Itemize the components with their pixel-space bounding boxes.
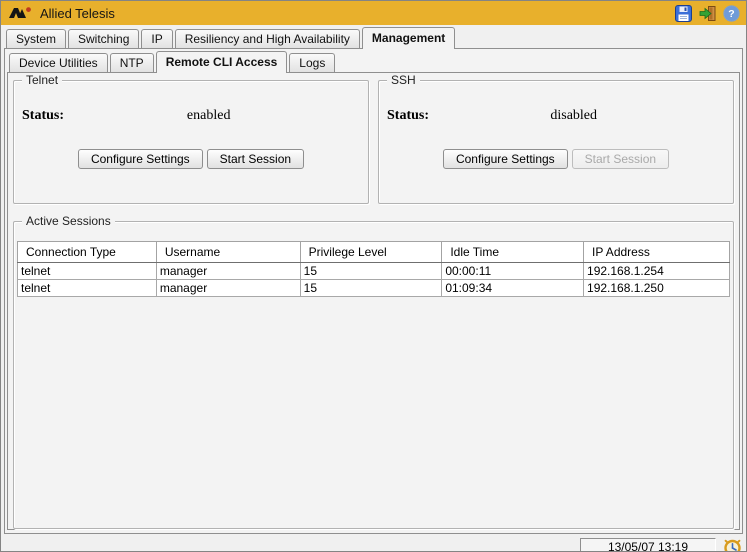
tab-resiliency-and-high-availability[interactable]: Resiliency and High Availability: [175, 29, 360, 48]
tab-switching[interactable]: Switching: [68, 29, 139, 48]
tab-system[interactable]: System: [6, 29, 66, 48]
column-header-connection-type: Connection Type: [18, 242, 157, 263]
tab-ip[interactable]: IP: [141, 29, 172, 48]
ssh-button-row: Configure Settings Start Session: [379, 149, 733, 169]
ssh-group: SSH Status: disabled Configure Settings …: [378, 80, 734, 204]
telnet-configure-settings-button[interactable]: Configure Settings: [78, 149, 203, 169]
telnet-status-value: enabled: [187, 108, 231, 124]
telnet-status-label: Status:: [22, 108, 64, 124]
tab-ntp[interactable]: NTP: [110, 53, 154, 72]
refresh-time-button[interactable]: [722, 538, 742, 552]
cell-username: manager: [156, 280, 300, 297]
help-icon: ?: [723, 5, 740, 22]
telnet-group-title: Telnet: [22, 73, 62, 88]
table-row: telnet manager 15 01:09:34 192.168.1.250: [18, 280, 730, 297]
help-button[interactable]: ?: [722, 4, 740, 22]
save-button[interactable]: [674, 4, 692, 22]
status-bar: 13/05/07 13:19: [1, 534, 746, 552]
sub-tab-bar: Device Utilities NTP Remote CLI Access L…: [5, 49, 742, 72]
exit-icon: [699, 5, 716, 22]
app-window: Allied Telesis ?: [0, 0, 747, 552]
column-header-ip-address: IP Address: [584, 242, 730, 263]
save-icon: [675, 5, 692, 22]
cell-connection-type: telnet: [18, 280, 157, 297]
tab-management[interactable]: Management: [362, 27, 455, 49]
active-sessions-group-title: Active Sessions: [22, 214, 115, 229]
cell-idle-time: 00:00:11: [442, 263, 584, 280]
column-header-username: Username: [156, 242, 300, 263]
tab-device-utilities[interactable]: Device Utilities: [9, 53, 108, 72]
telnet-status-row: Status: enabled: [14, 108, 368, 126]
allied-telesis-logo-icon: [9, 6, 33, 20]
cell-privilege-level: 15: [300, 263, 442, 280]
service-groups-row: Telnet Status: enabled Configure Setting…: [13, 80, 734, 204]
table-row: telnet manager 15 00:00:11 192.168.1.254: [18, 263, 730, 280]
ssh-status-row: Status: disabled: [379, 108, 733, 126]
ssh-configure-settings-button[interactable]: Configure Settings: [443, 149, 568, 169]
cell-idle-time: 01:09:34: [442, 280, 584, 297]
cell-username: manager: [156, 263, 300, 280]
tab-remote-cli-access[interactable]: Remote CLI Access: [156, 51, 288, 73]
ssh-start-session-button: Start Session: [572, 149, 669, 169]
cell-connection-type: telnet: [18, 263, 157, 280]
title-bar: Allied Telesis ?: [1, 1, 746, 25]
main-tab-bar: System Switching IP Resiliency and High …: [1, 25, 746, 48]
svg-text:?: ?: [728, 8, 734, 20]
telnet-button-row: Configure Settings Start Session: [14, 149, 368, 169]
active-sessions-table: Connection Type Username Privilege Level…: [17, 241, 730, 297]
remote-cli-access-panel: Telnet Status: enabled Configure Setting…: [7, 72, 740, 530]
tab-logs[interactable]: Logs: [289, 53, 335, 72]
telnet-start-session-button[interactable]: Start Session: [207, 149, 304, 169]
cell-ip-address: 192.168.1.254: [584, 263, 730, 280]
cell-ip-address: 192.168.1.250: [584, 280, 730, 297]
exit-button[interactable]: [698, 4, 716, 22]
cell-privilege-level: 15: [300, 280, 442, 297]
ssh-status-label: Status:: [387, 108, 429, 124]
management-panel: Device Utilities NTP Remote CLI Access L…: [4, 48, 743, 534]
clock-icon: [723, 538, 742, 552]
column-header-idle-time: Idle Time: [442, 242, 584, 263]
column-header-privilege-level: Privilege Level: [300, 242, 442, 263]
datetime-display: 13/05/07 13:19: [580, 538, 716, 552]
window-title: Allied Telesis: [40, 6, 115, 21]
telnet-group: Telnet Status: enabled Configure Setting…: [13, 80, 369, 204]
ssh-group-title: SSH: [387, 73, 420, 88]
active-sessions-group: Active Sessions Connection Type Username…: [13, 221, 734, 529]
table-header-row: Connection Type Username Privilege Level…: [18, 242, 730, 263]
ssh-status-value: disabled: [550, 108, 597, 124]
